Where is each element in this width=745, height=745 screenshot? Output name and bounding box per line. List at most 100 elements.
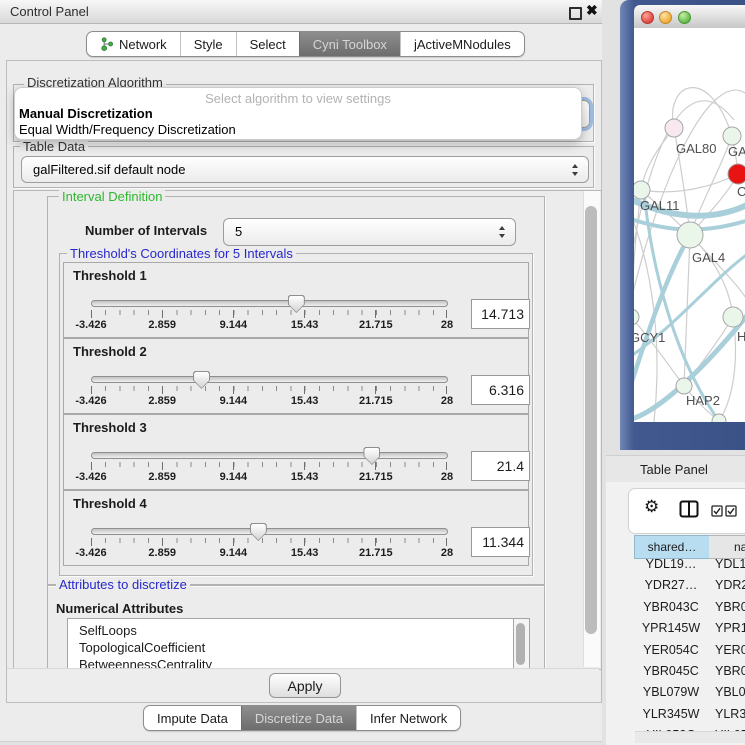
attribute-list-item[interactable]: TopologicalCoefficient: [68, 639, 513, 656]
cell-shared-name[interactable]: YDL19…: [634, 557, 708, 571]
column-layout-icon[interactable]: [679, 500, 699, 518]
vertical-scrollbar-thumb[interactable]: [585, 206, 597, 634]
threshold-value-field[interactable]: 14.713: [471, 299, 530, 329]
major-tick: [162, 386, 163, 394]
network-node-gal80[interactable]: [665, 119, 683, 137]
tab-label: Select: [250, 37, 286, 52]
cell-name[interactable]: YBR04: [715, 664, 745, 678]
threshold-slider-handle[interactable]: [363, 447, 380, 465]
node-label: GCY1: [634, 330, 665, 345]
network-node-h[interactable]: [723, 307, 743, 327]
tick-label: 21.715: [359, 395, 393, 407]
network-node-ga[interactable]: [723, 127, 741, 145]
tab-select[interactable]: Select: [236, 32, 299, 56]
table-row[interactable]: YPR145W YPR14: [634, 621, 745, 642]
cell-name[interactable]: YBR04: [715, 600, 745, 614]
tick-label: 15.43: [291, 395, 319, 407]
checkbox-icon[interactable]: [725, 505, 737, 517]
table-column-header-name[interactable]: na: [709, 535, 745, 559]
network-node-gal11[interactable]: [634, 181, 650, 199]
table-row[interactable]: YBR045C YBR04: [634, 664, 745, 685]
table-data-combobox[interactable]: galFiltered.sif default node: [21, 156, 589, 183]
threshold-panel: Threshold 3 -3.4262.8599.14415.4321.7152…: [63, 414, 529, 490]
checkbox-icon[interactable]: [711, 505, 723, 517]
threshold-slider-track[interactable]: [91, 528, 448, 535]
cell-name[interactable]: YLR34: [715, 707, 745, 721]
tick-label: 2.859: [148, 319, 176, 331]
table-row[interactable]: YLR345W YLR34: [634, 707, 745, 728]
number-of-intervals-value: 5: [235, 224, 242, 239]
tick-label: 2.859: [148, 395, 176, 407]
major-tick: [162, 310, 163, 318]
tab-cyni-toolbox[interactable]: Cyni Toolbox: [299, 32, 400, 56]
tick-label: -3.426: [75, 547, 106, 559]
attributes-list-scrollbar[interactable]: [514, 618, 530, 670]
number-of-intervals-combobox[interactable]: 5: [223, 218, 516, 246]
numerical-attributes-list[interactable]: SelfLoopsTopologicalCoefficientBetweenne…: [67, 618, 514, 673]
table-row[interactable]: YER054C YER05: [634, 643, 745, 664]
table-column-header-shared-name[interactable]: shared…: [634, 535, 710, 559]
cell-name[interactable]: YPR14: [715, 621, 745, 635]
cell-shared-name[interactable]: YPR145W: [634, 621, 708, 635]
cell-name[interactable]: YBL07: [715, 685, 745, 699]
network-canvas[interactable]: GAL80GACGAL11GAL4GCY1HHAP2: [634, 28, 745, 422]
cell-name[interactable]: YDR27: [715, 578, 745, 592]
zoom-traffic-light[interactable]: [678, 11, 691, 24]
network-node-c[interactable]: [728, 164, 745, 184]
close-icon[interactable]: ✖: [586, 2, 598, 19]
threshold-slider-handle[interactable]: [288, 295, 305, 313]
threshold-value-field[interactable]: 21.4: [471, 451, 530, 481]
cyni-mode-tabs: Impute DataDiscretize DataInfer Network: [143, 705, 461, 731]
cell-shared-name[interactable]: YDR27…: [634, 578, 708, 592]
threshold-slider-track[interactable]: [91, 300, 448, 307]
tab-label: Network: [119, 37, 167, 52]
threshold-slider-handle[interactable]: [193, 371, 210, 389]
attributes-scrollbar-thumb[interactable]: [516, 623, 525, 665]
network-node-hap2[interactable]: [676, 378, 692, 394]
tab-discretize-data[interactable]: Discretize Data: [241, 706, 356, 730]
minimize-traffic-light[interactable]: [659, 11, 672, 24]
cell-shared-name[interactable]: YBL079W: [634, 685, 708, 699]
float-window-icon[interactable]: [569, 7, 582, 20]
table-row[interactable]: YDL19… YDL19: [634, 557, 745, 578]
node-label: GA: [728, 144, 745, 159]
table-row[interactable]: YBL079W YBL07: [634, 685, 745, 706]
tab-jactivemnodules[interactable]: jActiveMNodules: [400, 32, 524, 56]
cell-name[interactable]: YDL19: [715, 557, 745, 571]
threshold-value-field[interactable]: 6.316: [471, 375, 530, 405]
tab-network[interactable]: Network: [87, 32, 180, 56]
major-tick: [304, 538, 305, 546]
network-node-gcy1[interactable]: [634, 309, 639, 325]
tick-label: 15.43: [291, 547, 319, 559]
apply-button[interactable]: Apply: [269, 673, 341, 698]
major-tick: [446, 386, 447, 394]
cell-name[interactable]: YER05: [715, 643, 745, 657]
tab-impute-data[interactable]: Impute Data: [144, 706, 241, 730]
table-horizontal-scrollbar[interactable]: [635, 731, 745, 743]
table-row[interactable]: YBR043C YBR04: [634, 600, 745, 621]
threshold-slider-track[interactable]: [91, 452, 448, 459]
cell-shared-name[interactable]: YBR043C: [634, 600, 708, 614]
tick-label: 28: [441, 319, 453, 331]
interval-definition-title: Interval Definition: [59, 190, 165, 203]
dropdown-item-manual-discretization[interactable]: Manual Discretization: [19, 106, 153, 121]
tick-label: 15.43: [291, 319, 319, 331]
table-row[interactable]: YDR27… YDR27: [634, 578, 745, 599]
cell-shared-name[interactable]: YBR045C: [634, 664, 708, 678]
tick-label: 28: [441, 395, 453, 407]
dropdown-item-equal-width-frequency[interactable]: Equal Width/Frequency Discretization: [19, 122, 236, 137]
cell-shared-name[interactable]: YER054C: [634, 643, 708, 657]
attribute-list-item[interactable]: SelfLoops: [68, 622, 513, 639]
algorithm-dropdown-popup: Select algorithm to view settings Manual…: [14, 87, 582, 140]
slider-tick-labels: -3.4262.8599.14415.4321.71528: [91, 319, 447, 331]
network-node-gal4[interactable]: [677, 222, 703, 248]
threshold-slider-handle[interactable]: [250, 523, 267, 541]
threshold-slider-track[interactable]: [91, 376, 448, 383]
tab-style[interactable]: Style: [180, 32, 236, 56]
cell-shared-name[interactable]: YLR345W: [634, 707, 708, 721]
threshold-value-field[interactable]: 11.344: [471, 527, 530, 557]
tab-infer-network[interactable]: Infer Network: [356, 706, 460, 730]
gear-icon[interactable]: ⚙: [644, 498, 659, 515]
close-traffic-light[interactable]: [641, 11, 654, 24]
tick-label: 21.715: [359, 547, 393, 559]
